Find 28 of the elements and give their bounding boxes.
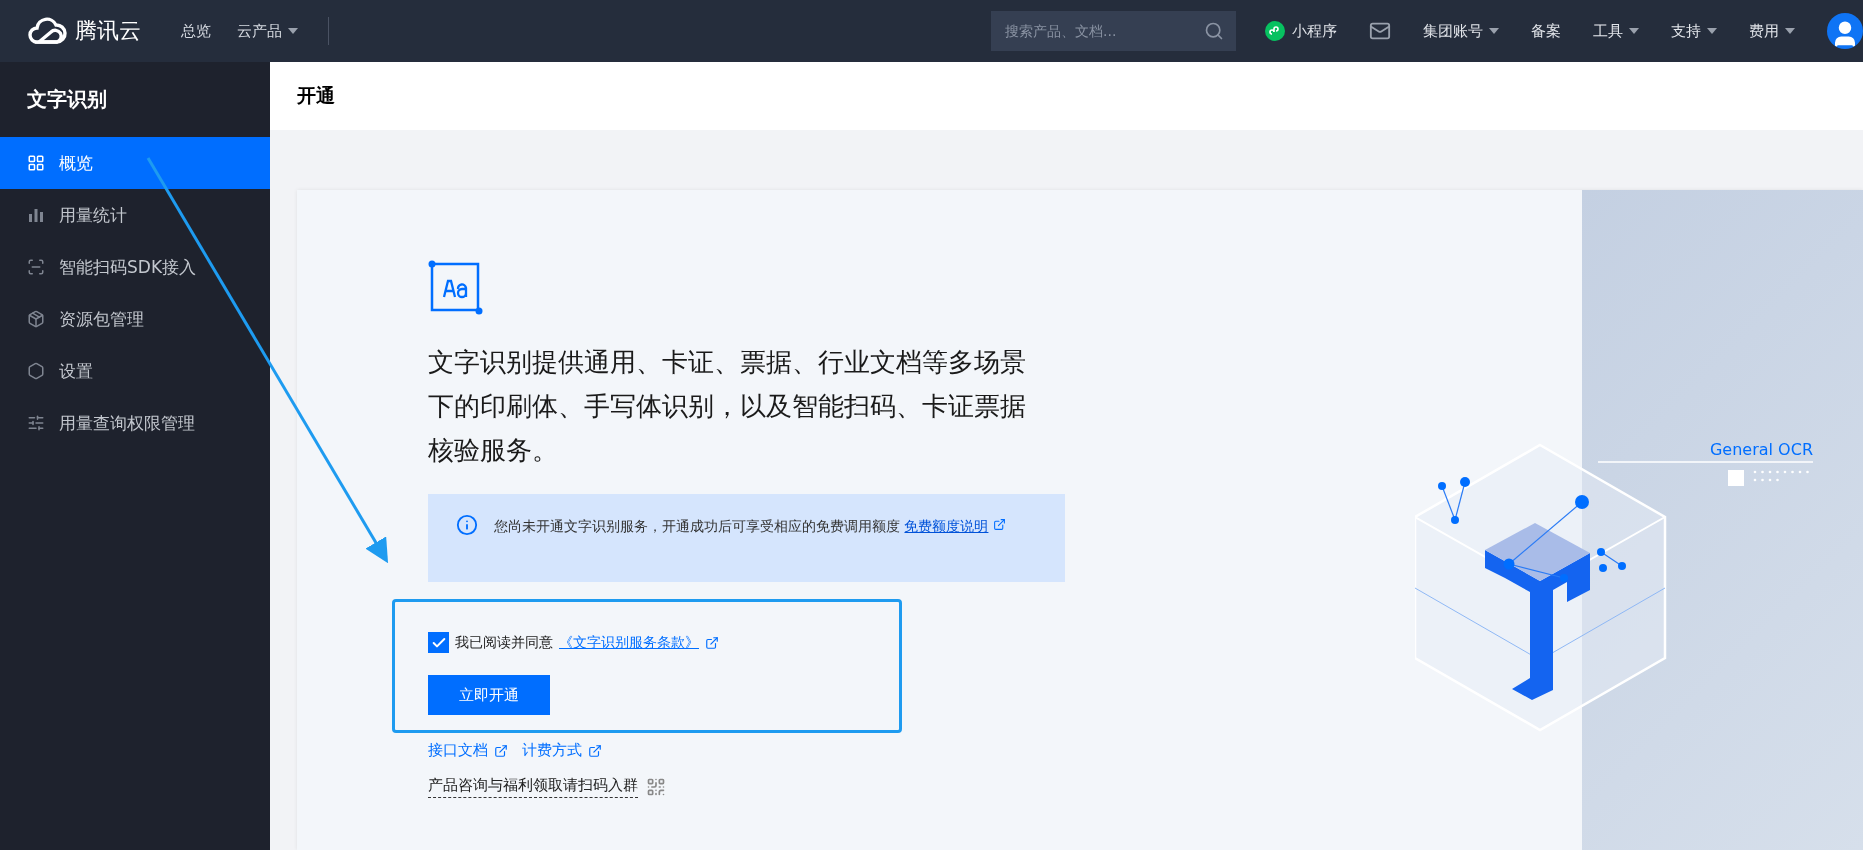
- nav-link[interactable]: 云产品: [237, 21, 298, 41]
- sidebar-item[interactable]: 智能扫码SDK接入: [0, 241, 270, 293]
- logo-text[interactable]: 腾讯云: [75, 16, 141, 46]
- nav-menu[interactable]: 工具: [1593, 21, 1639, 41]
- sidebar-title: 文字识别: [26, 86, 108, 113]
- sidebar-item[interactable]: 设置: [0, 345, 270, 397]
- activate-button[interactable]: 立即开通: [428, 675, 550, 715]
- nav-menu[interactable]: 备案: [1531, 21, 1561, 41]
- notice-text: 您尚未开通文字识别服务，开通成功后可享受相应的免费调用额度 免费额度说明: [494, 514, 1006, 562]
- sidebar-item[interactable]: 资源包管理: [0, 293, 270, 345]
- search-field[interactable]: 搜索产品、文档...: [991, 11, 1236, 51]
- nav-menu[interactable]: 费用: [1749, 21, 1795, 41]
- sidebar-item[interactable]: 用量查询权限管理: [0, 397, 270, 449]
- nav-menu[interactable]: 集团账号: [1423, 21, 1499, 41]
- doc-link[interactable]: 计费方式: [522, 741, 602, 760]
- quota-link[interactable]: 免费额度说明: [904, 518, 989, 534]
- doc-link[interactable]: 接口文档: [428, 741, 508, 760]
- sidebar-item[interactable]: 概览: [0, 137, 270, 189]
- sidebar-item[interactable]: 用量统计: [0, 189, 270, 241]
- nav-link[interactable]: 总览: [181, 21, 211, 41]
- mini-program-link[interactable]: 小程序: [1264, 20, 1337, 42]
- terms-link[interactable]: 《文字识别服务条款》: [559, 633, 699, 652]
- nav-menu[interactable]: 支持: [1671, 21, 1717, 41]
- illustration-label: General OCR: [1709, 440, 1813, 459]
- consult-text[interactable]: 产品咨询与福利领取请扫码入群: [428, 776, 638, 798]
- intro-text: 文字识别提供通用、卡证、票据、行业文档等多场景下的印刷体、手写体识别，以及智能扫码、卡证票据核验服务。: [428, 346, 1027, 467]
- agree-label: 我已阅读并同意: [455, 633, 553, 652]
- page-title: 开通: [297, 83, 335, 108]
